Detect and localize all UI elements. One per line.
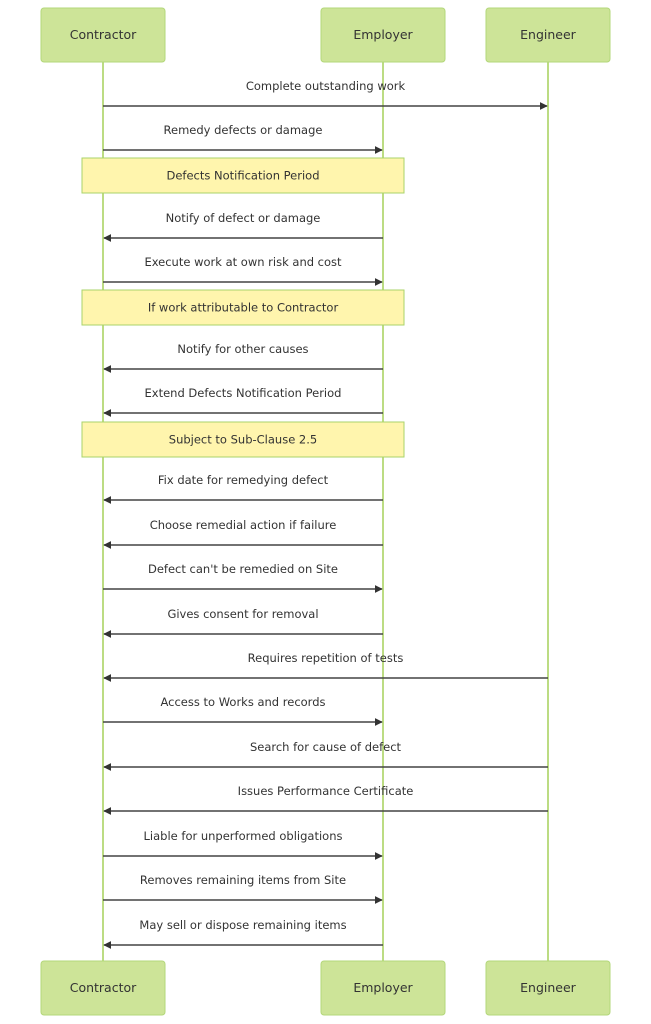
note-label: Subject to Sub-Clause 2.5 [169,433,317,447]
message-label: Extend Defects Notification Period [145,386,342,400]
message-label: Fix date for remedying defect [158,473,329,487]
message[interactable]: Execute work at own risk and cost [103,255,383,286]
actor-label: Employer [353,980,413,995]
message[interactable]: Notify of defect or damage [103,211,383,242]
message-label: Complete outstanding work [246,79,406,93]
message-label: Execute work at own risk and cost [144,255,342,269]
message[interactable]: Issues Performance Certificate [103,784,548,815]
actor-label: Engineer [520,27,577,42]
actor-label: Contractor [70,27,137,42]
message[interactable]: Remedy defects or damage [103,123,383,154]
actor-label: Employer [353,27,413,42]
note: If work attributable to Contractor [81,289,405,326]
message[interactable]: Search for cause of defect [103,740,548,771]
message-label: Notify for other causes [177,342,308,356]
message[interactable]: Notify for other causes [103,342,383,373]
message-label: Search for cause of defect [250,740,402,754]
message-label: Removes remaining items from Site [140,873,346,887]
message[interactable]: Choose remedial action if failure [103,518,383,549]
message[interactable]: Liable for unperformed obligations [103,829,383,860]
sequence-diagram: Contractor Employer Engineer Contractor Emp… [40,7,611,1016]
actor-contractor-bottom[interactable]: Contractor [40,960,166,1016]
actor-engineer-bottom[interactable]: Engineer [485,960,611,1016]
message[interactable]: Extend Defects Notification Period [103,386,383,417]
message[interactable]: May sell or dispose remaining items [103,918,383,949]
actor-engineer-top[interactable]: Engineer [485,7,611,63]
message[interactable]: Access to Works and records [103,695,383,726]
message-label: Requires repetition of tests [248,651,404,665]
message-label: Access to Works and records [160,695,325,709]
message-label: Choose remedial action if failure [150,518,337,532]
actor-contractor-top[interactable]: Contractor [40,7,166,63]
message-label: May sell or dispose remaining items [139,918,346,932]
message-label: Notify of defect or damage [166,211,321,225]
message[interactable]: Defect can't be remedied on Site [103,562,383,593]
note-label: If work attributable to Contractor [148,301,339,315]
note: Subject to Sub-Clause 2.5 [81,421,405,458]
note: Defects Notification Period [81,157,405,194]
message-label: Issues Performance Certificate [238,784,414,798]
actor-label: Contractor [70,980,137,995]
actor-employer-top[interactable]: Employer [320,7,446,63]
actor-label: Engineer [520,980,577,995]
actor-employer-bottom[interactable]: Employer [320,960,446,1016]
message-label: Liable for unperformed obligations [144,829,343,843]
message[interactable]: Gives consent for removal [103,607,383,638]
note-label: Defects Notification Period [166,169,319,183]
message-label: Gives consent for removal [167,607,318,621]
message[interactable]: Fix date for remedying defect [103,473,383,504]
message[interactable]: Requires repetition of tests [103,651,548,682]
message-label: Remedy defects or damage [164,123,323,137]
message-label: Defect can't be remedied on Site [148,562,338,576]
message[interactable]: Complete outstanding work [103,79,548,110]
message[interactable]: Removes remaining items from Site [103,873,383,904]
